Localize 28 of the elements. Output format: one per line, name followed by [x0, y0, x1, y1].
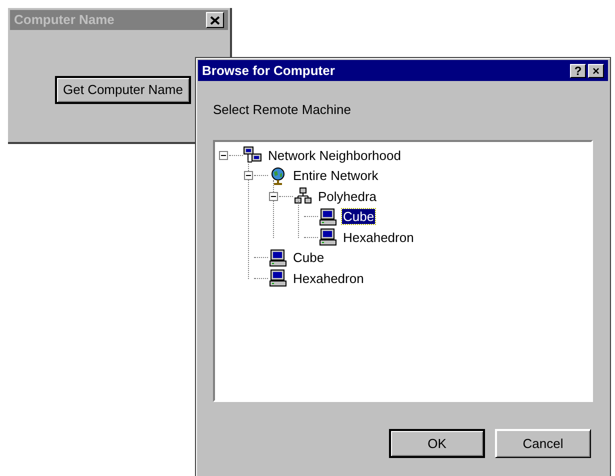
- title-bar-button[interactable]: ×: [588, 64, 604, 78]
- tree-item[interactable]: Hexahedron: [292, 270, 365, 286]
- computer-icon: [269, 269, 287, 288]
- tree-item[interactable]: Cube: [292, 250, 326, 266]
- tree-item[interactable]: Entire Network: [292, 168, 380, 184]
- tree-item[interactable]: Polyhedra: [317, 188, 378, 204]
- globe-icon: [269, 166, 287, 185]
- title-bar-button[interactable]: ?: [570, 64, 586, 78]
- get-computer-name-button[interactable]: Get Computer Name: [55, 76, 191, 104]
- close-icon: [210, 16, 220, 24]
- window-title: Computer Name: [14, 11, 114, 30]
- tree-item[interactable]: Cube: [342, 209, 376, 224]
- collapse-icon[interactable]: [268, 192, 278, 201]
- tree-item[interactable]: Hexahedron: [342, 230, 415, 245]
- computer-icon: [269, 248, 287, 267]
- prompt-label: Select Remote Machine: [213, 102, 352, 117]
- computer-icon: [319, 208, 337, 226]
- workgroup-icon: [294, 187, 312, 206]
- dialog-button[interactable]: Cancel: [495, 429, 591, 458]
- network-computers-icon: [243, 146, 263, 164]
- computer-icon: [319, 228, 337, 246]
- collapse-icon[interactable]: [218, 150, 228, 160]
- close-button[interactable]: [206, 12, 224, 28]
- collapse-icon[interactable]: [244, 171, 252, 180]
- dialog-button[interactable]: OK: [389, 429, 485, 458]
- tree-view[interactable]: Network Neighborhood Entire Network Polyhedra Cube Hexahedron Cube Hexahedron: [213, 140, 593, 402]
- dialog-title: Browse for Computer: [202, 62, 335, 80]
- tree-item[interactable]: Network Neighborhood: [267, 148, 402, 163]
